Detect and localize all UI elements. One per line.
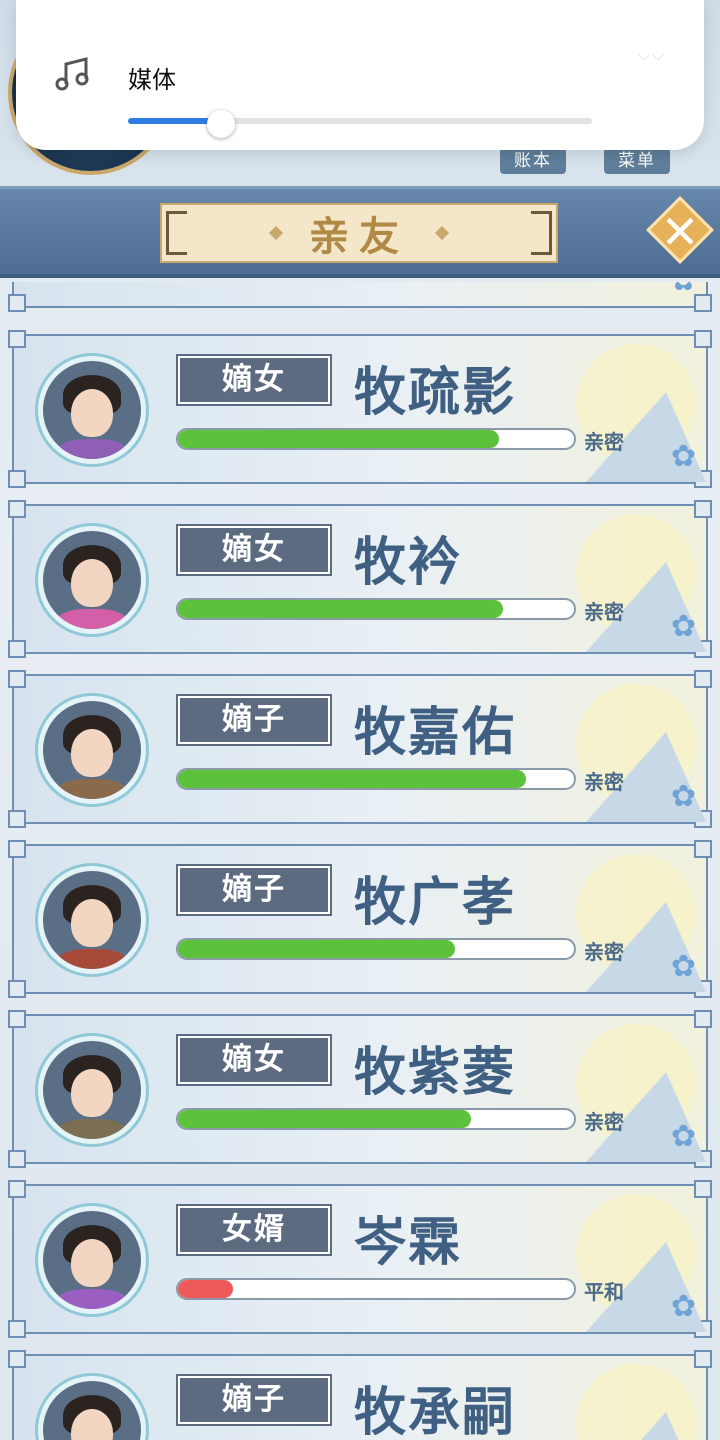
relatives-banner: 亲友 — [0, 186, 720, 278]
relative-card[interactable]: ✿ 嫡女 牧衿 亲密 — [8, 500, 712, 658]
intimacy-bar-fill — [178, 1280, 234, 1298]
relative-name: 牧嘉佑 — [354, 703, 517, 763]
flower-icon: ✿ — [671, 282, 696, 296]
volume-stream-label: 媒体 — [128, 66, 176, 94]
diamond-ornament-icon — [434, 225, 450, 241]
relation-badge: 嫡女 — [176, 1034, 332, 1086]
relation-badge: 嫡女 — [176, 524, 332, 576]
diamond-ornament-icon — [268, 225, 284, 241]
banner-title-plate: 亲友 — [160, 203, 558, 263]
close-icon[interactable]: ✕ — [652, 205, 708, 261]
relative-card[interactable]: ✿ 嫡女 牧紫菱 亲密 — [8, 1010, 712, 1168]
intimacy-status: 亲密 — [584, 430, 624, 454]
intimacy-bar-fill — [178, 600, 503, 618]
intimacy-bar — [176, 1108, 576, 1130]
relative-name: 牧衿 — [354, 533, 463, 593]
relation-badge: 嫡子 — [176, 694, 332, 746]
intimacy-status: 亲密 — [584, 940, 624, 964]
relation-badge: 女婿 — [176, 1204, 332, 1256]
flower-icon: ✿ — [670, 779, 696, 814]
flower-icon: ✿ — [670, 949, 696, 984]
intimacy-bar — [176, 598, 576, 620]
relative-card[interactable]: ✿ 嫡子 牧嘉佑 亲密 — [8, 670, 712, 828]
avatar[interactable] — [38, 696, 146, 804]
list-item[interactable]: ✿ — [8, 282, 712, 312]
volume-slider-thumb[interactable] — [206, 110, 235, 138]
relative-name: 牧承嗣 — [354, 1383, 517, 1440]
relative-name: 牧疏影 — [354, 363, 517, 423]
flower-icon: ✿ — [670, 609, 696, 644]
relative-card[interactable]: ✿ 嫡子 牧广孝 亲密 — [8, 840, 712, 998]
ledger-button[interactable]: 账本 — [500, 148, 566, 174]
avatar[interactable] — [38, 866, 146, 974]
intimacy-status: 平和 — [584, 1280, 624, 1304]
relatives-list[interactable]: ✿ ✿ 嫡女 牧疏影 亲密 ✿ 嫡女 牧衿 亲密 ✿ 嫡子 牧嘉佑 亲密 ✿ 嫡… — [0, 282, 720, 1440]
music-note-icon — [55, 57, 89, 91]
relative-card[interactable]: 嫡子 牧承嗣 — [8, 1350, 712, 1440]
avatar[interactable] — [38, 526, 146, 634]
intimacy-bar — [176, 768, 576, 790]
avatar[interactable] — [38, 1036, 146, 1144]
menu-button[interactable]: 菜单 — [604, 148, 670, 174]
flower-icon: ✿ — [670, 1289, 696, 1324]
intimacy-bar-fill — [178, 430, 499, 448]
chevron-down-icon[interactable] — [636, 50, 666, 64]
media-volume-panel: 媒体 — [16, 0, 704, 150]
intimacy-bar — [176, 1278, 576, 1300]
avatar[interactable] — [38, 356, 146, 464]
relative-card[interactable]: ✿ 嫡女 牧疏影 亲密 — [8, 330, 712, 488]
intimacy-bar — [176, 938, 576, 960]
flower-icon: ✿ — [670, 1119, 696, 1154]
intimacy-status: 亲密 — [584, 1110, 624, 1134]
relative-name: 岑霖 — [354, 1213, 463, 1273]
avatar[interactable] — [38, 1376, 146, 1440]
flower-icon: ✿ — [670, 439, 696, 474]
relative-card[interactable]: ✿ 女婿 岑霖 平和 — [8, 1180, 712, 1338]
intimacy-bar — [176, 428, 576, 450]
relation-badge: 嫡子 — [176, 1374, 332, 1426]
intimacy-bar-fill — [178, 1110, 472, 1128]
relative-name: 牧紫菱 — [354, 1043, 517, 1103]
page-title: 亲友 — [309, 214, 409, 260]
intimacy-status: 亲密 — [584, 600, 624, 624]
avatar[interactable] — [38, 1206, 146, 1314]
intimacy-status: 亲密 — [584, 770, 624, 794]
relative-name: 牧广孝 — [354, 873, 517, 933]
volume-slider[interactable] — [128, 118, 592, 124]
intimacy-bar-fill — [178, 770, 527, 788]
relation-badge: 嫡子 — [176, 864, 332, 916]
relation-badge: 嫡女 — [176, 354, 332, 406]
intimacy-bar-fill — [178, 940, 456, 958]
